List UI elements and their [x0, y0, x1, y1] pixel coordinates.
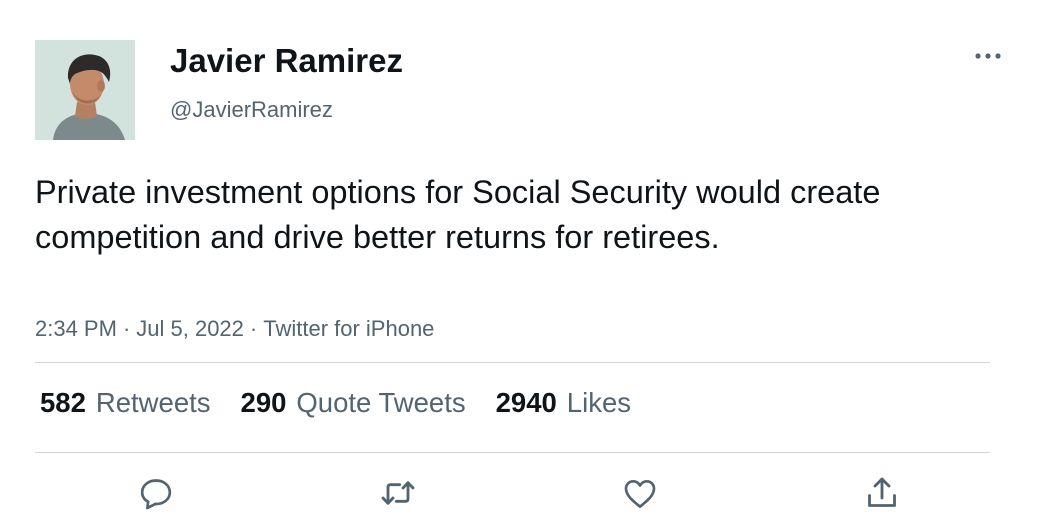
quote-tweets-count: 290	[240, 387, 287, 418]
separator: ·	[122, 316, 131, 341]
tweet-text: Private investment options for Social Se…	[35, 174, 881, 255]
divider	[35, 452, 990, 453]
user-handle[interactable]: @JavierRamirez	[170, 97, 333, 123]
retweet-icon	[381, 481, 415, 505]
share-button[interactable]	[862, 473, 902, 513]
likes-count: 2940	[495, 387, 557, 418]
avatar[interactable]	[35, 40, 135, 140]
retweets-stat[interactable]: 582 Retweets	[40, 387, 211, 419]
likes-stat[interactable]: 2940 Likes	[496, 387, 631, 419]
reply-icon	[140, 479, 172, 510]
retweet-button[interactable]	[378, 473, 418, 513]
likes-label: Likes	[566, 387, 631, 418]
display-name[interactable]: Javier Ramirez	[170, 42, 403, 80]
separator: ·	[249, 316, 258, 341]
engagement-stats: 582 Retweets 290 Quote Tweets 2940 Likes	[40, 387, 631, 419]
profile-photo-icon	[35, 40, 135, 140]
reply-button[interactable]	[136, 473, 176, 513]
share-icon	[868, 477, 896, 507]
quote-tweets-stat[interactable]: 290 Quote Tweets	[241, 387, 466, 419]
tweet-time[interactable]: 2:34 PM	[35, 316, 117, 341]
quote-tweets-label: Quote Tweets	[296, 387, 466, 418]
divider	[35, 362, 990, 363]
like-button[interactable]	[620, 473, 660, 513]
tweet-metadata: 2:34 PM · Jul 5, 2022 · Twitter for iPhone	[35, 316, 434, 342]
tweet-date[interactable]: Jul 5, 2022	[136, 316, 244, 341]
tweet-source[interactable]: Twitter for iPhone	[263, 316, 434, 341]
more-dots-icon	[975, 53, 1001, 59]
like-icon	[624, 480, 656, 508]
retweets-label: Retweets	[95, 387, 211, 418]
more-options-button[interactable]	[968, 40, 1008, 72]
retweets-count: 582	[40, 387, 86, 418]
tweet-detail: Javier Ramirez @JavierRamirez Private in…	[0, 0, 1050, 525]
